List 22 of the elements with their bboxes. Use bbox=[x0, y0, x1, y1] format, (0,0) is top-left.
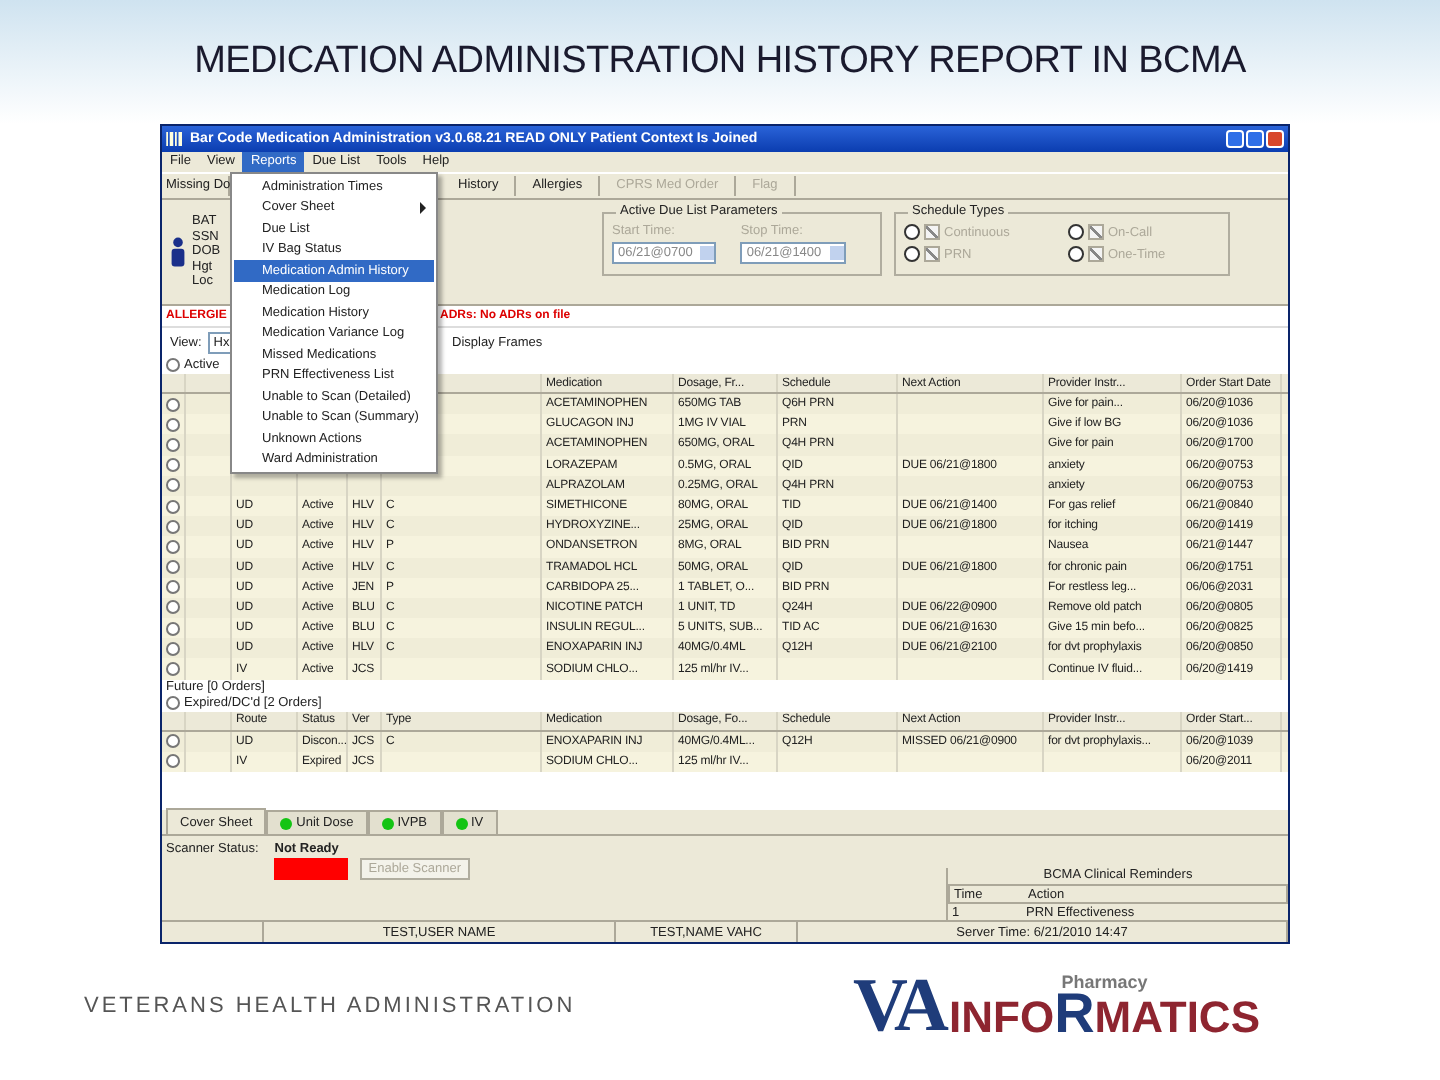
logo-text: R bbox=[1054, 992, 1095, 1036]
barcode-icon bbox=[166, 132, 184, 146]
logo-text: MATICS bbox=[1094, 996, 1260, 1040]
footer-text: VETERANS HEALTH ADMINISTRATION bbox=[84, 994, 576, 1018]
minimize-button[interactable] bbox=[1226, 130, 1244, 148]
radio-button[interactable] bbox=[904, 224, 920, 240]
logo-text: VA bbox=[853, 972, 945, 1040]
maximize-button[interactable] bbox=[1246, 130, 1264, 148]
checkbox[interactable] bbox=[924, 224, 940, 240]
checkbox[interactable] bbox=[924, 246, 940, 262]
close-button[interactable] bbox=[1266, 130, 1284, 148]
radio-button[interactable] bbox=[904, 246, 920, 262]
person-icon bbox=[170, 236, 186, 268]
radio-button[interactable] bbox=[1068, 246, 1084, 262]
logo-text: Pharmacy bbox=[1061, 972, 1148, 992]
collapse-icon[interactable] bbox=[166, 358, 180, 372]
collapse-icon[interactable] bbox=[166, 696, 180, 711]
checkbox[interactable] bbox=[1088, 224, 1104, 240]
logo-text: INFO bbox=[949, 996, 1055, 1040]
radio-button[interactable] bbox=[1068, 224, 1084, 240]
slide-title: MEDICATION ADMINISTRATION HISTORY REPORT IN BCMA bbox=[194, 40, 1246, 84]
checkbox[interactable] bbox=[1088, 246, 1104, 262]
